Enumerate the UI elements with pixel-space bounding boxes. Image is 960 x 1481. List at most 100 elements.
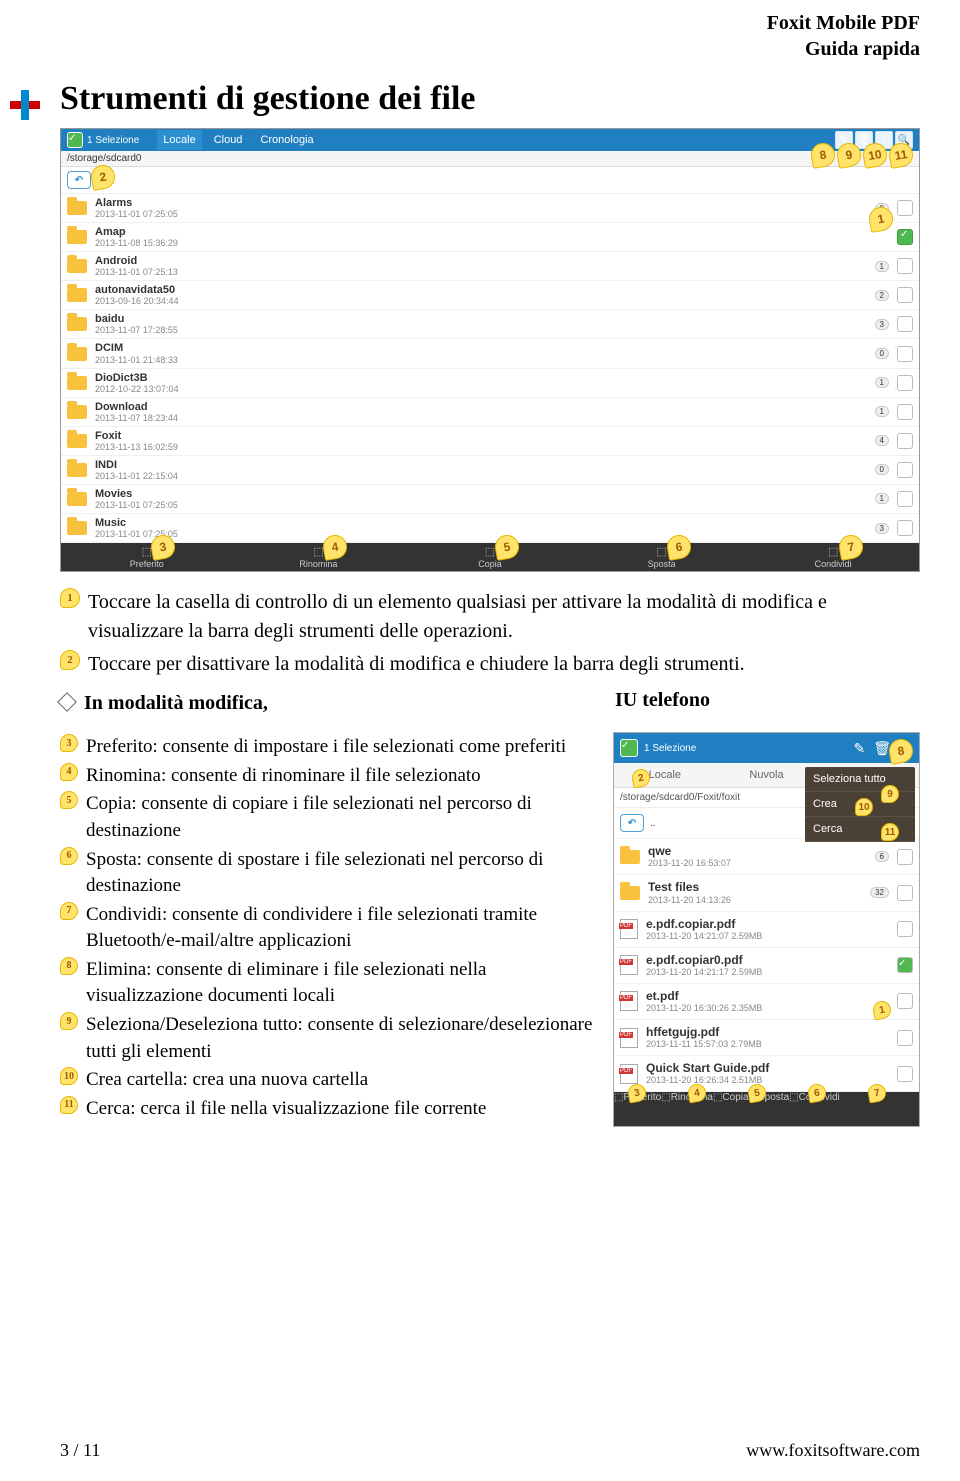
item-4: 4Rinomina: consente di rinominare il fil…: [60, 763, 601, 790]
folder-icon: [620, 886, 640, 900]
folder-icon: [67, 288, 87, 302]
toolbar-preferito[interactable]: ⬚Preferito: [61, 543, 233, 571]
bullet-1: 1: [60, 588, 80, 608]
item-7: 7Condividi: consente di condividere i fi…: [60, 902, 601, 955]
folder-row[interactable]: INDI2013-11-01 22:15:040: [61, 456, 919, 485]
page-number: 3 / 11: [60, 1440, 100, 1461]
phone-toolbar-copia[interactable]: ⬚Copia: [713, 1092, 749, 1126]
item-3: 3Preferito: consente di impostare i file…: [60, 734, 601, 761]
checkbox[interactable]: ✓: [897, 957, 913, 973]
callout-2: 2: [89, 163, 117, 191]
phone-edit-icon[interactable]: ✎: [853, 740, 865, 757]
item-5: 5Copia: consente di copiare i file selez…: [60, 791, 601, 844]
item-10: 10Crea cartella: crea una nuova cartella: [60, 1067, 601, 1094]
section-marker-icon: [10, 90, 40, 120]
checkbox[interactable]: [897, 993, 913, 1009]
iu-phone-label: IU telefono: [615, 689, 920, 718]
checkbox[interactable]: [897, 200, 913, 216]
back-button[interactable]: ↶: [67, 171, 91, 189]
folder-row[interactable]: Download2013-11-07 18:23:441: [61, 398, 919, 427]
phone-row[interactable]: e.pdf.copiar.pdf2013-11-20 14:21:07 2.59…: [614, 912, 919, 948]
section-title: Strumenti di gestione dei file: [60, 80, 920, 118]
checkbox[interactable]: [897, 404, 913, 420]
checkbox[interactable]: [897, 491, 913, 507]
phone-tab-cloud[interactable]: Nuvola: [716, 763, 818, 787]
mode-label: In modalità modifica,: [84, 692, 268, 714]
phone-row[interactable]: Test files2013-11-20 14:13:2632: [614, 875, 919, 911]
phone-row[interactable]: qwe2013-11-20 16:53:076: [614, 839, 919, 875]
pdf-icon: [620, 1064, 638, 1084]
folder-row[interactable]: DCIM2013-11-01 21:48:330: [61, 339, 919, 368]
item-9: 9Seleziona/Deseleziona tutto: consente d…: [60, 1012, 601, 1065]
toolbar-copia[interactable]: ⬚Copia: [404, 543, 576, 571]
pdf-icon: [620, 1028, 638, 1048]
point-2-text: Toccare per disattivare la modalità di m…: [88, 650, 745, 679]
folder-row[interactable]: baidu2013-11-07 17:28:553: [61, 310, 919, 339]
folder-icon: [67, 405, 87, 419]
footer-url: www.foxitsoftware.com: [746, 1440, 920, 1461]
phone-back-button[interactable]: ↶: [620, 814, 644, 832]
folder-row[interactable]: autonavidata502013-09-16 20:34:442: [61, 281, 919, 310]
checkbox[interactable]: [897, 849, 913, 865]
checkbox[interactable]: [897, 921, 913, 937]
checkbox[interactable]: [897, 885, 913, 901]
page-footer: 3 / 11 www.foxitsoftware.com: [60, 1440, 920, 1461]
phone-row[interactable]: e.pdf.copiar0.pdf2013-11-20 14:21:17 2.5…: [614, 948, 919, 984]
folder-icon: [67, 201, 87, 215]
folder-icon: [67, 521, 87, 535]
folder-icon: [67, 492, 87, 506]
tablet-screenshot: ✓ 1 Selezione Locale Cloud Cronologia ✎ …: [60, 128, 920, 572]
path-bar: /storage/sdcard0: [61, 151, 919, 167]
checkbox[interactable]: [897, 1030, 913, 1046]
menu-select-all[interactable]: Seleziona tutto 9: [805, 767, 915, 792]
checkbox[interactable]: [897, 229, 913, 245]
folder-icon: [67, 259, 87, 273]
folder-row[interactable]: Foxit2013-11-13 16:02:594: [61, 427, 919, 456]
phone-overflow-menu: Seleziona tutto 9 Crea 10 Cerca 11: [805, 767, 915, 842]
folder-icon: [67, 230, 87, 244]
item-11: 11Cerca: cerca il file nella visualizzaz…: [60, 1096, 601, 1123]
phone-selection[interactable]: 1 Selezione: [644, 743, 696, 754]
phone-tab-local[interactable]: Locale: [614, 763, 716, 787]
folder-icon: [67, 317, 87, 331]
tab-local[interactable]: Locale: [157, 130, 201, 150]
toolbar-rinomina[interactable]: ⬚Rinomina: [233, 543, 405, 571]
pdf-icon: [620, 955, 638, 975]
pdf-icon: [620, 919, 638, 939]
folder-row[interactable]: Alarms2013-11-01 07:25:050: [61, 194, 919, 223]
doc-header: Foxit Mobile PDF Guida rapida: [767, 10, 920, 62]
checkbox[interactable]: [897, 287, 913, 303]
folder-icon: [67, 434, 87, 448]
item-8: 8Elimina: consente di eliminare i file s…: [60, 957, 601, 1010]
checkbox[interactable]: [897, 316, 913, 332]
tab-history[interactable]: Cronologia: [254, 130, 319, 150]
checkbox[interactable]: [897, 375, 913, 391]
toolbar-condividi[interactable]: ⬚Condividi: [747, 543, 919, 571]
checkbox[interactable]: [897, 346, 913, 362]
point-1-text: Toccare la casella di controllo di un el…: [88, 588, 920, 646]
folder-row[interactable]: Android2013-11-01 07:25:131: [61, 252, 919, 281]
folder-row[interactable]: DioDict3B2012-10-22 13:07:041: [61, 369, 919, 398]
menu-search[interactable]: Cerca 11: [805, 817, 915, 842]
folder-row[interactable]: Amap2013-11-08 15:36:29: [61, 223, 919, 252]
bullet-2: 2: [60, 650, 80, 670]
product-name: Foxit Mobile PDF: [767, 10, 920, 36]
checkbox[interactable]: [897, 1066, 913, 1082]
doc-subtitle: Guida rapida: [767, 36, 920, 62]
item-6: 6Sposta: consente di spostare i file sel…: [60, 847, 601, 900]
folder-row[interactable]: Movies2013-11-01 07:25:051: [61, 485, 919, 514]
folder-row[interactable]: Music2013-11-01 07:25:053: [61, 514, 919, 543]
tab-cloud[interactable]: Cloud: [208, 130, 249, 150]
checkbox[interactable]: [897, 433, 913, 449]
folder-icon: [620, 850, 640, 864]
checkbox[interactable]: [897, 258, 913, 274]
phone-row[interactable]: hffetgujg.pdf2013-11-11 15:57:03 2.79MB: [614, 1020, 919, 1056]
checkbox[interactable]: [897, 520, 913, 536]
selection-indicator[interactable]: ✓ 1 Selezione: [67, 132, 139, 148]
checkbox[interactable]: [897, 462, 913, 478]
pdf-icon: [620, 991, 638, 1011]
toolbar-sposta[interactable]: ⬚Sposta: [576, 543, 748, 571]
phone-toolbar-rinomina[interactable]: ⬚Rinomina: [661, 1092, 713, 1126]
folder-icon: [67, 347, 87, 361]
folder-icon: [67, 376, 87, 390]
